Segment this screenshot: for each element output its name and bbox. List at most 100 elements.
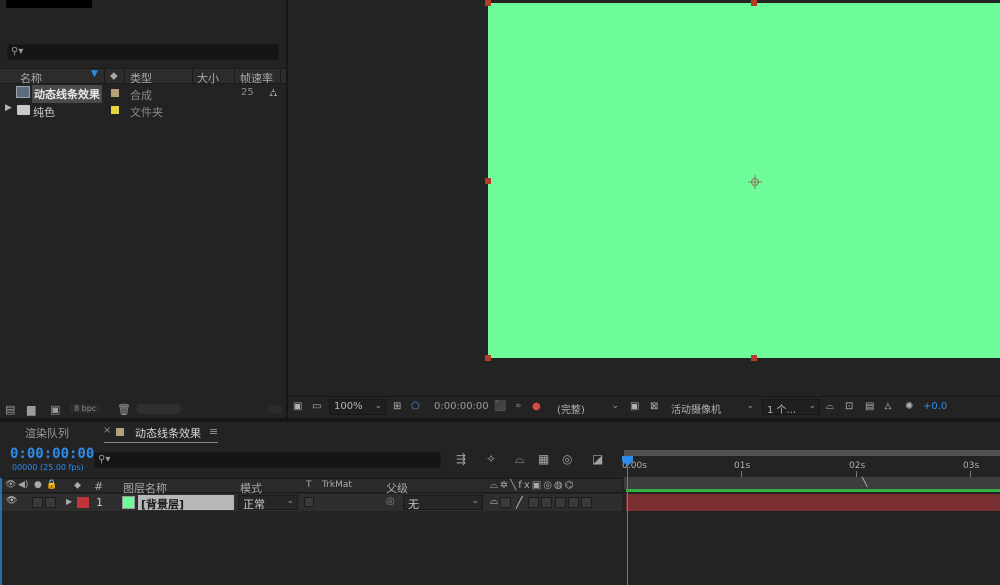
video-toggle-icon[interactable]: 👁 bbox=[5, 480, 16, 490]
timeline-track-area[interactable] bbox=[622, 444, 1000, 585]
tab-render-queue[interactable]: 渲染队列 bbox=[25, 425, 69, 441]
project-item-name: 动态线条效果 bbox=[32, 85, 102, 103]
frame-blending-icon[interactable]: ▦ bbox=[538, 452, 549, 466]
time-navigator-bar[interactable] bbox=[624, 450, 1000, 456]
frame-blend-switch-box[interactable] bbox=[541, 497, 552, 508]
blend-mode-dropdown[interactable]: 正常 ⌄ bbox=[238, 495, 298, 511]
views-dropdown[interactable]: 1 个... ⌄ bbox=[762, 399, 820, 416]
label-swatch[interactable] bbox=[111, 89, 119, 97]
preserve-transparency-box[interactable] bbox=[304, 497, 314, 507]
label-swatch[interactable] bbox=[111, 106, 119, 114]
transform-handle[interactable] bbox=[485, 0, 491, 6]
tab-menu-icon[interactable]: ≡ bbox=[209, 425, 218, 438]
thumbnail-slider[interactable] bbox=[136, 404, 181, 414]
audio-toggle-icon[interactable]: ◀) bbox=[18, 480, 28, 490]
close-tab-icon[interactable]: × bbox=[103, 425, 111, 436]
always-preview-icon[interactable]: ▣ bbox=[293, 401, 302, 412]
lock-box[interactable] bbox=[45, 497, 56, 508]
graph-editor-icon[interactable]: ◪ bbox=[592, 452, 603, 466]
project-search-input[interactable]: ⚲▾ bbox=[7, 44, 279, 60]
adjustment-switch-box[interactable] bbox=[568, 497, 579, 508]
effect-switch-box[interactable] bbox=[528, 497, 539, 508]
new-folder-icon[interactable]: ▆ bbox=[27, 403, 35, 416]
mask-visibility-icon[interactable]: ⬠ bbox=[411, 401, 420, 412]
label-tag-icon[interactable]: ⬥ bbox=[74, 480, 81, 491]
toggle-pixel-aspect-icon[interactable]: ⌓ bbox=[826, 401, 834, 412]
composition-canvas[interactable] bbox=[488, 3, 1000, 358]
exposure-value[interactable]: +0.0 bbox=[923, 401, 947, 412]
work-area-marker[interactable]: ╲ bbox=[862, 478, 867, 488]
expand-arrow-icon[interactable]: ▶ bbox=[66, 497, 72, 506]
column-t[interactable]: T bbox=[306, 480, 312, 490]
label-tag-icon[interactable]: ⬥ bbox=[110, 69, 118, 83]
region-of-interest-icon[interactable]: ▣ bbox=[630, 401, 639, 412]
motion-blur-switch-box[interactable] bbox=[555, 497, 566, 508]
work-area-bar[interactable] bbox=[624, 477, 1000, 489]
resolution-dropdown[interactable]: (完整) ⌄ bbox=[552, 399, 623, 416]
camera-dropdown[interactable]: 活动摄像机 ⌄ bbox=[666, 399, 758, 416]
flowchart-icon[interactable]: ⛼ bbox=[269, 86, 278, 101]
shy-layers-icon[interactable]: ⌓ bbox=[515, 452, 525, 467]
lock-icon[interactable]: 🔒 bbox=[46, 480, 57, 490]
color-channel-icon[interactable]: ● bbox=[532, 401, 541, 412]
column-size[interactable]: 大小 bbox=[197, 70, 219, 86]
transform-handle[interactable] bbox=[751, 0, 757, 6]
column-fps[interactable]: 帧速率 bbox=[240, 70, 273, 86]
transform-handle[interactable] bbox=[485, 178, 491, 184]
transparency-grid-icon[interactable]: ⊠ bbox=[650, 401, 658, 412]
timeline-timecode[interactable]: 0:00:00:00 bbox=[10, 446, 94, 462]
layer-duration-bar[interactable] bbox=[626, 494, 1000, 511]
project-item-composition[interactable]: 动态线条效果 合成 25 bbox=[0, 85, 270, 103]
parent-dropdown[interactable]: 无 ⌄ bbox=[403, 495, 483, 511]
shy-switch-icon[interactable]: ⌓ bbox=[490, 496, 498, 507]
transform-handle[interactable] bbox=[751, 355, 757, 361]
monitor-icon[interactable]: ▭ bbox=[312, 401, 321, 412]
layer-row[interactable]: 👁 ▶ 1 [背景层] 正常 ⌄ ◎ 无 ⌄ ⌓ ╱ bbox=[0, 494, 622, 511]
column-number: # bbox=[94, 480, 104, 493]
magnification-dropdown[interactable]: 100% ⌄ bbox=[329, 399, 386, 415]
timeline-icon[interactable]: ▤ bbox=[865, 401, 874, 412]
video-eye-icon[interactable]: 👁 bbox=[6, 496, 17, 506]
new-composition-icon[interactable]: ▣ bbox=[50, 403, 60, 416]
show-snapshot-icon[interactable]: ⚭ bbox=[514, 401, 522, 412]
search-icon: ⚲▾ bbox=[11, 46, 24, 57]
project-item-folder[interactable]: ▶ 纯色 文件夹 bbox=[0, 102, 270, 119]
anchor-point-icon[interactable] bbox=[748, 175, 762, 189]
sort-arrow-icon[interactable]: ▼ bbox=[91, 69, 98, 79]
transform-handle[interactable] bbox=[485, 355, 491, 361]
comp-label-swatch bbox=[116, 428, 124, 436]
project-panel bbox=[0, 0, 286, 418]
quality-switch-icon[interactable]: ╱ bbox=[516, 496, 523, 509]
flowchart-icon[interactable]: ⛼ bbox=[884, 401, 892, 414]
pick-whip-icon[interactable]: ◎ bbox=[386, 496, 395, 507]
tab-composition[interactable]: 动态线条效果 bbox=[135, 425, 201, 441]
layer-label-color[interactable] bbox=[77, 497, 89, 508]
column-name[interactable]: 名称 bbox=[20, 70, 42, 86]
render-cache-bar bbox=[626, 489, 1000, 492]
layer-switches-icon[interactable]: ⌓✲╲fx▣◎◍⌬ bbox=[490, 480, 575, 491]
trash-icon[interactable]: 🗑 bbox=[117, 403, 131, 416]
ruler-label-1: 01s bbox=[734, 461, 751, 471]
snapshot-camera-icon[interactable]: ⬛ bbox=[494, 401, 506, 412]
solo-icon[interactable]: ● bbox=[34, 480, 42, 490]
expand-arrow-icon[interactable]: ▶ bbox=[5, 103, 12, 113]
column-trkmat[interactable]: TrkMat bbox=[322, 480, 352, 490]
reset-exposure-icon[interactable]: ✺ bbox=[905, 401, 913, 412]
interpret-footage-icon[interactable]: ▤ bbox=[5, 403, 15, 416]
safe-zones-icon[interactable]: ⊞ bbox=[393, 401, 401, 412]
3d-layer-switch-box[interactable] bbox=[581, 497, 592, 508]
motion-blur-icon[interactable]: ◎ bbox=[562, 452, 572, 466]
fast-previews-icon[interactable]: ⊡ bbox=[845, 401, 853, 412]
collapse-switch-box[interactable] bbox=[500, 497, 511, 508]
solo-box[interactable] bbox=[32, 497, 43, 508]
viewer-timecode[interactable]: 0:00:00:00 bbox=[434, 401, 489, 412]
comp-mini-flowchart-icon[interactable]: ⇶ bbox=[456, 452, 466, 466]
current-time-indicator-head-icon[interactable] bbox=[621, 456, 634, 466]
draft-3d-icon[interactable]: ✧ bbox=[486, 452, 496, 466]
bit-depth-button[interactable]: 8 bpc bbox=[70, 404, 101, 413]
column-type[interactable]: 类型 bbox=[130, 70, 152, 86]
current-time-indicator[interactable] bbox=[627, 460, 628, 585]
active-tab-underline bbox=[104, 442, 218, 443]
timeline-search-input[interactable]: ⚲▾ bbox=[94, 452, 441, 468]
panel-resize-handle[interactable] bbox=[268, 405, 282, 413]
